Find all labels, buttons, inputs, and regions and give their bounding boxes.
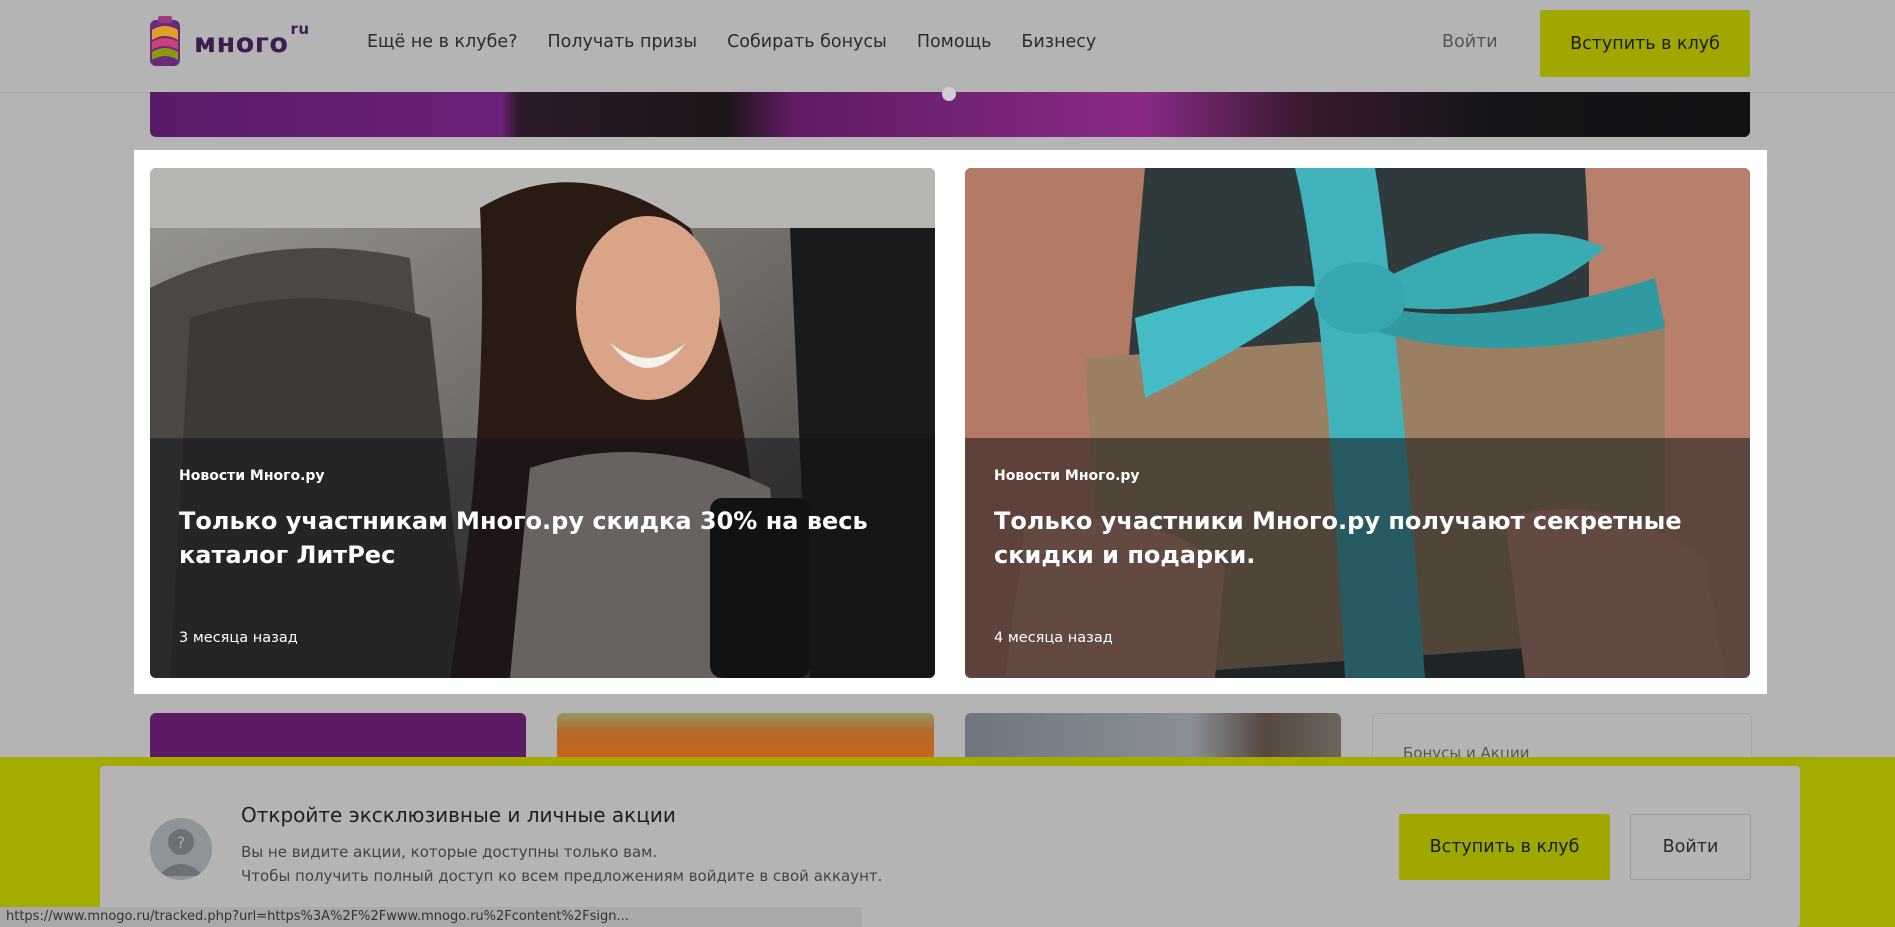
nav-help[interactable]: Помощь [917, 32, 992, 52]
promo-tile-1[interactable] [150, 713, 526, 758]
notice-title: Откройте эксклюзивные и личные акции [241, 803, 676, 827]
card-category[interactable]: Новости Много.ру [179, 468, 325, 484]
main-nav: Ещё не в клубе? Получать призы Собирать … [367, 32, 1126, 52]
card-timestamp: 4 месяца назад [994, 630, 1113, 646]
promo-tile-3[interactable] [965, 713, 1341, 758]
join-club-button[interactable]: Вступить в клуб [1540, 10, 1750, 77]
carousel-dot[interactable] [942, 87, 956, 101]
nav-business[interactable]: Бизнесу [1021, 32, 1096, 52]
notice-text: Вы не видите акции, которые доступны тол… [241, 843, 658, 861]
notice-text: Чтобы получить полный доступ ко всем пре… [241, 867, 883, 885]
notice-login-button[interactable]: Войти [1630, 814, 1751, 880]
card-category[interactable]: Новости Много.ру [994, 468, 1140, 484]
news-card-litres[interactable]: Новости Много.ру Только участникам Много… [150, 168, 935, 678]
logo[interactable]: много ru [148, 16, 323, 70]
promo-tile-2[interactable] [557, 713, 934, 758]
nav-get-prizes[interactable]: Получать призы [547, 32, 697, 52]
status-bar-url: https://www.mnogo.ru/tracked.php?url=htt… [0, 907, 862, 927]
news-card-secret-discounts[interactable]: Новости Много.ру Только участники Много.… [965, 168, 1750, 678]
site-header: много ru Ещё не в клубе? Получать призы С… [0, 0, 1895, 93]
card-title[interactable]: Только участникам Много.ру скидка 30% на… [179, 504, 899, 572]
nav-collect-bonuses[interactable]: Собирать бонусы [727, 32, 887, 52]
nav-not-in-club[interactable]: Ещё не в клубе? [367, 32, 517, 52]
card-timestamp: 3 месяца назад [179, 630, 298, 646]
notice-join-button[interactable]: Вступить в клуб [1399, 814, 1610, 880]
bonuses-sidebar: Бонусы и Акции [1372, 713, 1752, 759]
anonymous-user-icon: ? [150, 818, 212, 880]
logo-icon [150, 16, 180, 66]
logo-wordmark: много ru [194, 20, 310, 59]
card-title[interactable]: Только участники Много.ру получают секре… [994, 504, 1714, 572]
login-link[interactable]: Войти [1442, 32, 1498, 52]
svg-text:?: ? [177, 833, 186, 852]
